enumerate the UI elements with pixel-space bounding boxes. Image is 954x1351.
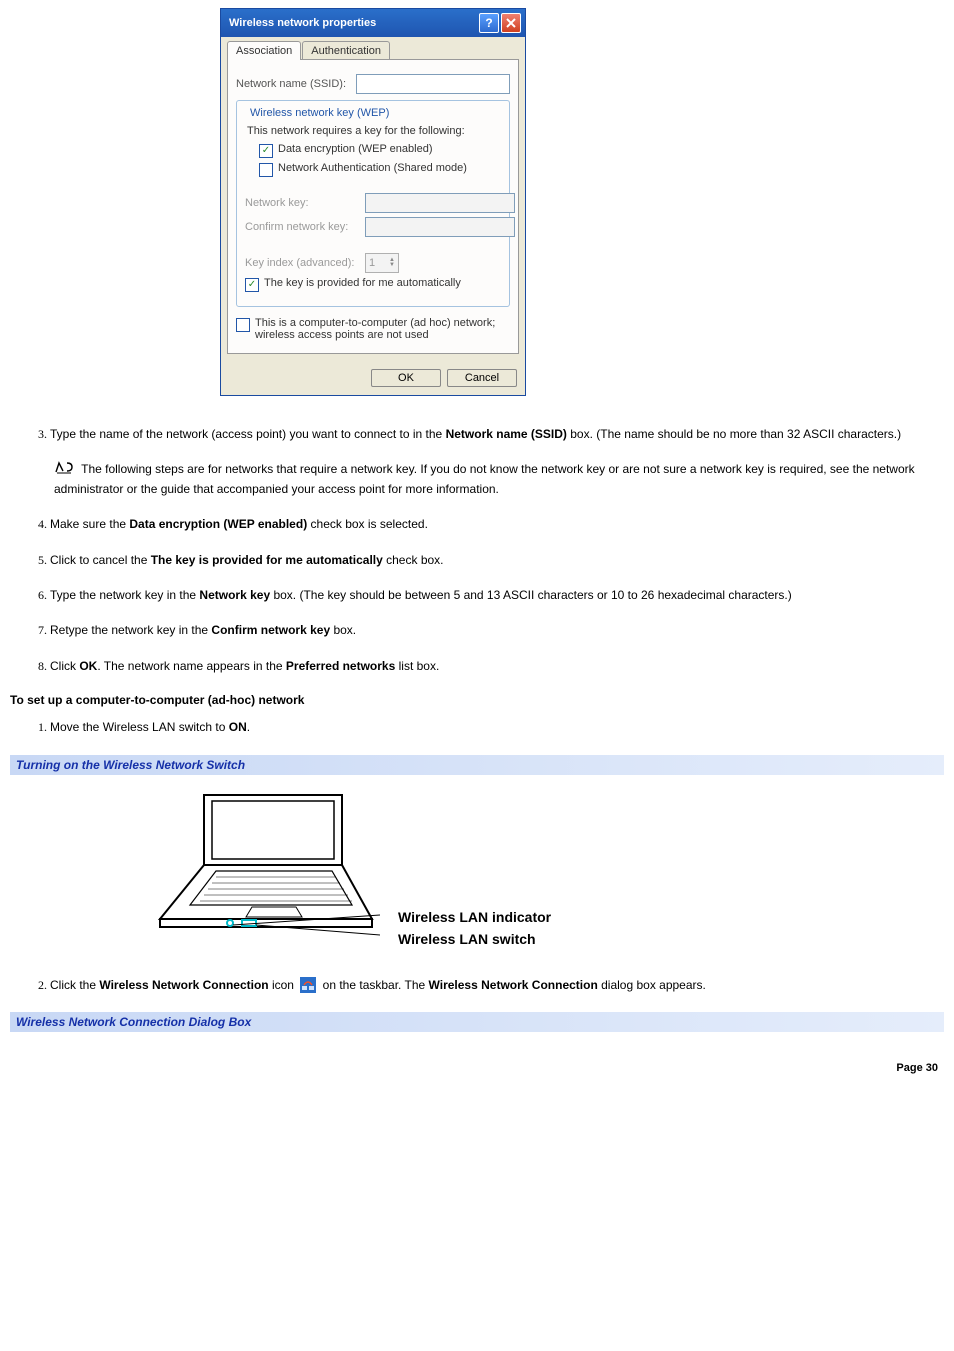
wireless-properties-dialog: Wireless network properties ? Associatio…	[220, 8, 526, 396]
confirm-key-input	[365, 217, 515, 237]
annotation-indicator: Wireless LAN indicator	[398, 909, 551, 925]
ssid-label: Network name (SSID):	[236, 78, 356, 90]
help-icon[interactable]: ?	[479, 13, 499, 33]
note-icon	[54, 459, 74, 480]
annotation-switch: Wireless LAN switch	[398, 931, 551, 947]
wireless-connection-icon	[300, 977, 316, 993]
checkbox-auto-key[interactable]	[245, 278, 259, 292]
step-7: Retype the network key in the Confirm ne…	[50, 622, 944, 639]
steps-list-a: Type the name of the network (access poi…	[10, 426, 944, 675]
steps-list-b2: Click the Wireless Network Connection ic…	[10, 977, 944, 994]
label-adhoc: This is a computer-to-computer (ad hoc) …	[255, 317, 510, 341]
wep-legend: Wireless network key (WEP)	[247, 107, 392, 119]
tabs-row: Association Authentication	[221, 37, 525, 60]
tab-body-association: Network name (SSID): Wireless network ke…	[227, 59, 519, 354]
step-b1: Move the Wireless LAN switch to ON.	[50, 719, 944, 736]
tab-association[interactable]: Association	[227, 41, 301, 60]
label-auto-key: The key is provided for me automatically	[264, 277, 461, 289]
cancel-button[interactable]: Cancel	[447, 369, 517, 387]
tab-authentication[interactable]: Authentication	[302, 41, 390, 60]
checkbox-net-auth[interactable]	[259, 163, 273, 177]
network-key-label: Network key:	[245, 197, 365, 209]
spinner-arrows-icon: ▲▼	[389, 258, 395, 268]
step-6: Type the network key in the Network key …	[50, 587, 944, 604]
checkbox-data-encryption[interactable]	[259, 144, 273, 158]
steps-list-b: Move the Wireless LAN switch to ON.	[10, 719, 944, 736]
dialog-titlebar: Wireless network properties ?	[221, 9, 525, 37]
ssid-input[interactable]	[356, 74, 510, 94]
page-number: Page 30	[10, 1062, 944, 1074]
dialog-title: Wireless network properties	[229, 17, 376, 29]
key-index-value: 1	[369, 257, 375, 269]
step-3: Type the name of the network (access poi…	[50, 426, 944, 498]
step-5: Click to cancel the The key is provided …	[50, 552, 944, 569]
key-index-spinner: 1 ▲▼	[365, 253, 399, 273]
checkbox-adhoc[interactable]	[236, 318, 250, 332]
step-8: Click OK. The network name appears in th…	[50, 658, 944, 675]
label-data-encryption: Data encryption (WEP enabled)	[278, 143, 433, 155]
adhoc-heading: To set up a computer-to-computer (ad-hoc…	[10, 693, 944, 707]
dialog-figure: Wireless network properties ? Associatio…	[220, 8, 944, 396]
caption-switch: Turning on the Wireless Network Switch	[10, 755, 944, 775]
network-key-input	[365, 193, 515, 213]
confirm-key-label: Confirm network key:	[245, 221, 365, 233]
caption-dialog2: Wireless Network Connection Dialog Box	[10, 1012, 944, 1032]
close-icon[interactable]	[501, 13, 521, 33]
laptop-drawing	[120, 787, 380, 957]
step-4: Make sure the Data encryption (WEP enabl…	[50, 516, 944, 533]
laptop-figure: Wireless LAN indicator Wireless LAN swit…	[120, 787, 944, 957]
note-block: The following steps are for networks tha…	[54, 459, 944, 498]
wep-fieldset: Wireless network key (WEP) This network …	[236, 100, 510, 307]
wep-intro-text: This network requires a key for the foll…	[247, 125, 501, 137]
label-net-auth: Network Authentication (Shared mode)	[278, 162, 467, 174]
ok-button[interactable]: OK	[371, 369, 441, 387]
key-index-label: Key index (advanced):	[245, 257, 365, 269]
step-b2: Click the Wireless Network Connection ic…	[50, 977, 944, 994]
